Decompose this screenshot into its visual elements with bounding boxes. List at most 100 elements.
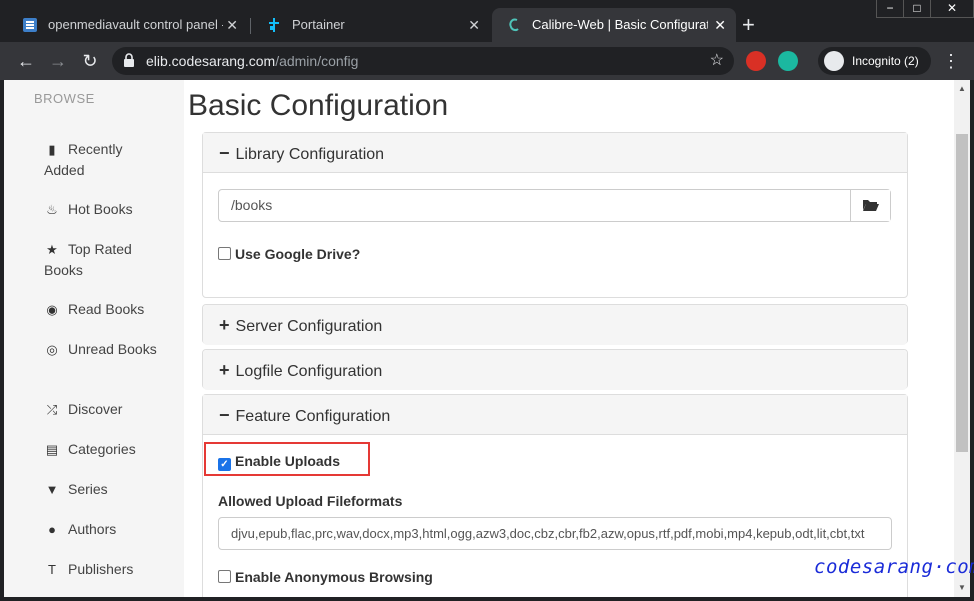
sidebar-item-label: Authors: [68, 521, 117, 537]
browser-menu-icon[interactable]: ⋮: [942, 49, 960, 73]
tab-portainer[interactable]: Portainer ✕: [252, 8, 490, 42]
folder-open-icon: [862, 200, 879, 211]
tab-calibre-web[interactable]: Calibre-Web | Basic Configuration ✕: [492, 8, 736, 42]
sidebar-item-top-rated-books[interactable]: ★ Top Rated Books: [44, 239, 164, 280]
reload-button[interactable]: ↻: [78, 49, 102, 73]
allowed-formats-label: Allowed Upload Fileformats: [218, 493, 403, 509]
watermark: codesarang·com: [814, 556, 974, 578]
enable-uploads-checkbox[interactable]: ✓ Enable Uploads: [218, 452, 340, 471]
logfile-configuration-panel: + Logfile Configuration: [202, 349, 908, 390]
library-configuration-header[interactable]: − Library Configuration: [203, 133, 907, 173]
panel-heading: Library Configuration: [235, 146, 385, 163]
sidebar-item-read-books[interactable]: ◉ Read Books: [44, 299, 164, 320]
minus-icon: −: [219, 405, 230, 425]
sidebar-item-authors[interactable]: ● Authors: [44, 519, 164, 540]
inbox-icon: ▤: [45, 442, 59, 457]
calibre-icon: [509, 18, 519, 32]
eye-icon: ◉: [46, 302, 58, 317]
tab-title: Calibre-Web | Basic Configuration: [532, 17, 708, 32]
back-button[interactable]: ←: [14, 49, 38, 73]
sidebar-item-publishers[interactable]: T Publishers: [44, 559, 164, 580]
fire-icon: ♨: [46, 202, 58, 217]
close-icon[interactable]: ✕: [714, 8, 726, 42]
star-icon: ★: [46, 242, 58, 257]
sidebar-item-label: Publishers: [68, 561, 134, 577]
feature-configuration-header[interactable]: − Feature Configuration: [203, 395, 907, 435]
eye-slash-icon: ◎: [46, 342, 58, 357]
server-configuration-panel: + Server Configuration: [202, 304, 908, 345]
omv-icon: [23, 18, 37, 32]
tab-title: Portainer: [292, 17, 345, 32]
forward-button[interactable]: →: [46, 49, 70, 73]
tab-separator: [250, 18, 251, 34]
new-tab-button[interactable]: +: [742, 8, 755, 42]
enable-uploads-label: Enable Uploads: [235, 453, 341, 469]
tab-strip: openmediavault control panel - c ✕ Porta…: [8, 8, 914, 42]
sidebar-item-label: Hot Books: [68, 201, 133, 217]
bookmark-star-icon[interactable]: ☆: [710, 47, 724, 75]
tab-openmediavault[interactable]: openmediavault control panel - c ✕: [8, 8, 248, 42]
url-text: elib.codesarang.com/admin/config: [146, 47, 358, 75]
enable-anonymous-browsing-label: Enable Anonymous Browsing: [235, 569, 433, 585]
library-path-value: /books: [231, 197, 273, 213]
library-configuration-panel: − Library Configuration /books Use Google…: [202, 132, 908, 298]
sidebar-item-series[interactable]: ▼ Series: [44, 479, 164, 500]
sidebar-item-label: Series: [68, 481, 108, 497]
sidebar-item-hot-books[interactable]: ♨ Hot Books: [44, 199, 164, 220]
scrollbar-thumb[interactable]: [956, 134, 968, 452]
enable-anonymous-browsing-checkbox[interactable]: Enable Anonymous Browsing: [218, 568, 433, 586]
book-icon: ▮: [48, 142, 56, 157]
server-configuration-header[interactable]: + Server Configuration: [203, 305, 907, 345]
bookmark-icon: ▼: [45, 482, 59, 497]
minus-icon: −: [219, 143, 230, 163]
address-bar[interactable]: elib.codesarang.com/admin/config ☆: [112, 47, 734, 75]
url-host: elib.codesarang.com: [146, 53, 276, 69]
scroll-down-arrow-icon[interactable]: ▼: [954, 581, 970, 595]
sidebar-item-recently-added[interactable]: ▮ Recently Added: [44, 139, 164, 180]
incognito-badge[interactable]: Incognito (2): [818, 47, 931, 75]
browser-toolbar: ← → ↻ elib.codesarang.com/admin/config ☆…: [0, 42, 974, 80]
page-scrollbar[interactable]: ▲ ▼: [954, 80, 970, 597]
sidebar-heading: BROWSE: [34, 91, 95, 106]
sidebar-item-discover[interactable]: ⤮ Discover: [44, 399, 164, 420]
checkbox-checked-icon[interactable]: ✓: [218, 458, 231, 471]
incognito-icon: [824, 51, 844, 71]
close-icon[interactable]: ✕: [468, 8, 480, 42]
sidebar-item-label: Read Books: [68, 301, 145, 317]
browser-window: − □ ✕ openmediavault control panel - c ✕…: [0, 0, 974, 601]
sidebar-item-categories[interactable]: ▤ Categories: [44, 439, 164, 460]
folder-open-button[interactable]: [850, 190, 890, 221]
use-google-drive-checkbox[interactable]: Use Google Drive?: [218, 245, 360, 263]
lock-icon: [124, 53, 134, 67]
portainer-icon: [269, 18, 279, 32]
sidebar-item-unread-books[interactable]: ◎ Unread Books: [44, 339, 164, 360]
use-google-drive-label: Use Google Drive?: [235, 246, 361, 262]
panel-heading: Server Configuration: [235, 318, 383, 335]
sync-extension-icon[interactable]: [778, 51, 798, 71]
tab-title: openmediavault control panel - c: [48, 17, 223, 32]
user-icon: ●: [48, 522, 56, 537]
checkbox-box[interactable]: [218, 570, 231, 583]
scroll-up-arrow-icon[interactable]: ▲: [954, 82, 970, 96]
close-icon[interactable]: ✕: [226, 8, 238, 42]
allowed-formats-input[interactable]: djvu,epub,flac,prc,wav,docx,mp3,html,ogg…: [218, 517, 892, 550]
url-path: /admin/config: [275, 53, 359, 69]
plus-icon: +: [219, 360, 230, 380]
sidebar-item-label: Unread Books: [68, 341, 157, 357]
plus-icon: +: [219, 315, 230, 335]
text-size-icon: T: [48, 562, 56, 577]
panel-heading: Logfile Configuration: [235, 363, 383, 380]
incognito-label: Incognito (2): [852, 54, 919, 68]
page-title: Basic Configuration: [188, 89, 449, 122]
shuffle-icon: ⤮: [46, 402, 58, 417]
window-close-button[interactable]: ✕: [930, 0, 974, 18]
logfile-configuration-header[interactable]: + Logfile Configuration: [203, 350, 907, 390]
sidebar: BROWSE ▮ Recently Added ♨ Hot Books ★ Top R…: [4, 80, 184, 597]
sidebar-item-label: Categories: [68, 441, 136, 457]
checkbox-box[interactable]: [218, 247, 231, 260]
hand-extension-icon[interactable]: [746, 51, 766, 71]
page-content: BROWSE ▮ Recently Added ♨ Hot Books ★ Top R…: [4, 80, 954, 597]
panel-heading: Feature Configuration: [235, 408, 391, 425]
sidebar-item-label: Discover: [68, 401, 123, 417]
library-path-input[interactable]: /books: [218, 189, 891, 222]
